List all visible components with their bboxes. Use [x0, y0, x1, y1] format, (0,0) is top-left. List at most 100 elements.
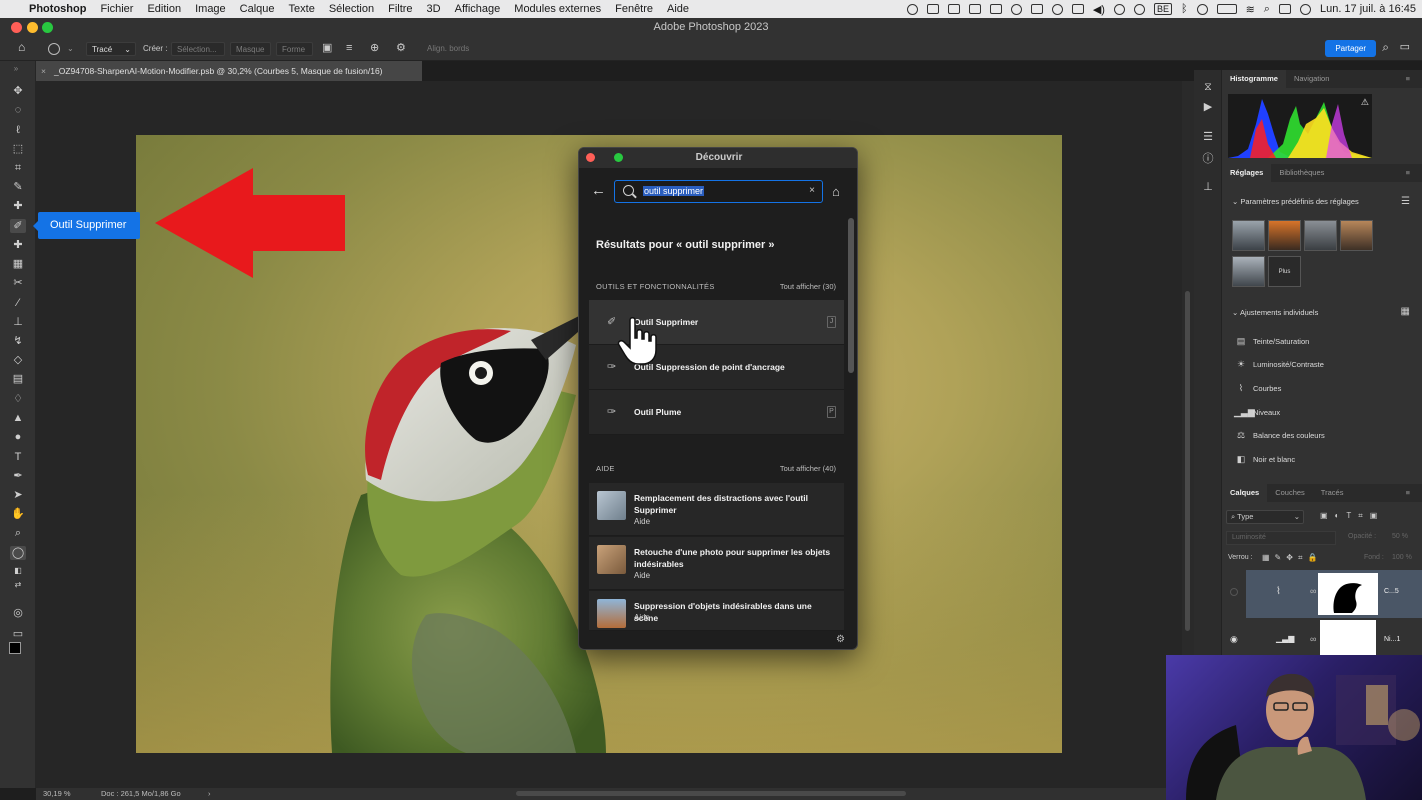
volume-icon[interactable]: ◀) — [1093, 3, 1105, 16]
quick-mask-icon[interactable]: ◎ — [10, 606, 26, 620]
collapse-icon[interactable]: » — [8, 62, 24, 76]
home-icon[interactable]: ⌂ — [832, 184, 840, 199]
eyedropper-tool-icon[interactable]: ✎ — [10, 180, 26, 194]
help-result-row[interactable]: Remplacement des distractions avec l'out… — [589, 483, 844, 536]
menu-modules-externes[interactable]: Modules externes — [507, 3, 608, 15]
battery-icon[interactable] — [1216, 4, 1237, 14]
content-aware-tool-icon[interactable]: ▦ — [10, 257, 26, 271]
adjustment-item[interactable]: ▁▃▆Niveaux — [1234, 405, 1280, 419]
adjustment-item[interactable]: ⌇ Courbes — [1234, 381, 1282, 395]
panel-menu-icon[interactable]: ≡ — [1398, 484, 1418, 502]
path-selection-tool-icon[interactable]: ➤ — [10, 488, 26, 502]
close-window-button[interactable] — [11, 22, 22, 33]
zoom-dialog-button[interactable] — [614, 153, 623, 162]
calendar-icon[interactable] — [989, 4, 1002, 14]
menu-image[interactable]: Image — [188, 3, 233, 15]
minimize-window-button[interactable] — [27, 22, 38, 33]
menu-fenetre[interactable]: Fenêtre — [608, 3, 660, 15]
preset-thumbnail[interactable] — [1232, 220, 1265, 251]
back-arrow-icon[interactable]: ← — [591, 182, 606, 199]
tab-calques[interactable]: Calques — [1222, 484, 1268, 502]
lock-icons[interactable]: ▦✎✥⌗🔒 — [1262, 553, 1322, 563]
preset-thumbnail[interactable] — [1340, 220, 1373, 251]
wifi-icon[interactable]: ≋ — [1246, 3, 1255, 16]
discover-search-value[interactable]: outil supprimer — [643, 186, 705, 196]
ellipse-tool-icon[interactable] — [48, 43, 60, 55]
play-icon[interactable] — [1113, 3, 1125, 15]
tab-histogramme[interactable]: Histogramme — [1222, 70, 1286, 88]
red-eye-tool-icon[interactable]: ✂ — [10, 276, 26, 290]
share-button[interactable]: Partager — [1325, 40, 1376, 57]
preset-thumbnail[interactable] — [1268, 220, 1301, 251]
adjustment-item[interactable]: ⚖ Balance des couleurs — [1234, 428, 1325, 442]
preset-thumbnail[interactable] — [1232, 256, 1265, 287]
menu-app-name[interactable]: Photoshop — [22, 3, 93, 15]
stamp-icon[interactable]: ⊥ — [1201, 180, 1215, 194]
layer-filter-icons[interactable]: ▣◐T⌗▣ — [1320, 511, 1384, 521]
layer-mask-thumbnail[interactable] — [1318, 573, 1378, 615]
menu-texte[interactable]: Texte — [282, 3, 322, 15]
eye-icon[interactable]: ◉ — [1230, 634, 1238, 645]
move-tool-icon[interactable]: ✥ — [10, 84, 26, 98]
grid-view-icon[interactable]: ▦ — [1401, 306, 1410, 317]
path-arrangement-icon[interactable]: ⊕ — [370, 41, 379, 55]
fill-value[interactable]: 100 % — [1392, 554, 1412, 561]
brush-tool-icon[interactable]: ⁄ — [10, 296, 26, 310]
menu-aide[interactable]: Aide — [660, 3, 696, 15]
menu-filtre[interactable]: Filtre — [381, 3, 419, 15]
object-selection-tool-icon[interactable]: ⬚ — [10, 142, 26, 156]
home-icon[interactable]: ⌂ — [18, 40, 25, 54]
menu-affichage[interactable]: Affichage — [448, 3, 508, 15]
workspace-icon[interactable]: ▭ — [1400, 40, 1410, 54]
airplay-icon[interactable] — [1133, 3, 1145, 15]
actions-play-icon[interactable]: ▶ — [1201, 100, 1215, 114]
path-alignment-icon[interactable]: ≡ — [346, 41, 352, 55]
search-icon[interactable]: ⌕ — [1382, 40, 1389, 54]
tool-result-row[interactable]: ✑ Outil Plume P — [589, 390, 844, 435]
dialog-scrollbar[interactable] — [848, 218, 854, 373]
warning-icon[interactable]: ⚠ — [1361, 97, 1369, 108]
layer-name[interactable]: C...5 — [1384, 588, 1399, 595]
zoom-tool-icon[interactable]: ⌕ — [10, 526, 26, 540]
pen-tool-icon[interactable]: ✒ — [10, 469, 26, 483]
help-result-row[interactable]: Suppression d'objets indésirables dans u… — [589, 591, 844, 631]
sponge-tool-icon[interactable]: ● — [10, 430, 26, 444]
presets-section[interactable]: ⌄ Paramètres prédéfinis des réglages — [1232, 197, 1359, 206]
tab-navigation[interactable]: Navigation — [1286, 70, 1337, 88]
blur-tool-icon[interactable]: ♢ — [10, 392, 26, 406]
selection-button[interactable]: Sélection... — [171, 42, 225, 56]
mode-select[interactable]: Tracé ⌄ — [86, 42, 136, 56]
chevron-down-icon[interactable]: ⌄ — [67, 42, 74, 56]
tools-show-all-link[interactable]: Tout afficher (30) — [780, 282, 836, 291]
shield-icon[interactable] — [1051, 3, 1063, 15]
display-icon[interactable] — [1071, 4, 1084, 14]
properties-icon[interactable]: ☰ — [1201, 130, 1215, 144]
marquee-tool-icon[interactable]: ◌ — [10, 103, 26, 117]
camera-icon[interactable] — [947, 4, 960, 14]
bluetooth-icon[interactable]: ᛒ — [1181, 3, 1188, 15]
blend-mode-select[interactable]: Luminosité — [1226, 531, 1336, 545]
hand-tool-icon[interactable]: ✋ — [10, 507, 26, 521]
layer-name[interactable]: Ni...1 — [1384, 636, 1400, 643]
preset-thumbnail[interactable] — [1304, 220, 1337, 251]
layer-filter-select[interactable]: ⌕ Type ⌄ — [1226, 510, 1304, 524]
control-center-icon[interactable] — [1278, 4, 1291, 14]
align-edges-checkbox[interactable]: Align. bords — [427, 42, 469, 56]
doc-info[interactable]: Doc : 261,5 Mo/1,86 Go — [101, 789, 181, 798]
adjustment-item[interactable]: ▤ Teinte/Saturation — [1234, 334, 1310, 348]
tab-couches[interactable]: Couches — [1267, 484, 1313, 502]
panel-menu-icon[interactable]: ≡ — [1398, 164, 1418, 182]
healing-brush-tool-icon[interactable]: ✚ — [10, 199, 26, 213]
layer-mask-thumbnail[interactable] — [1320, 620, 1376, 658]
menu-fichier[interactable]: Fichier — [93, 3, 140, 15]
tab-bibliotheques[interactable]: Bibliothèques — [1271, 164, 1332, 182]
discover-search-input[interactable]: outil supprimer × — [614, 180, 823, 203]
help-show-all-link[interactable]: Tout afficher (40) — [780, 464, 836, 473]
list-view-icon[interactable]: ☰ — [1401, 196, 1410, 207]
menubar-datetime[interactable]: Lun. 17 juil. à 16:45 — [1320, 3, 1416, 15]
zoom-level[interactable]: 30,19 % — [43, 789, 71, 798]
gear-icon[interactable]: ⚙ — [836, 634, 845, 645]
document-tab[interactable]: × _OZ94708-SharpenAI-Motion-Modifier.psb… — [36, 61, 422, 81]
lasso-tool-icon[interactable]: ℓ — [10, 123, 26, 137]
gear-icon[interactable]: ⚙ — [396, 41, 406, 55]
